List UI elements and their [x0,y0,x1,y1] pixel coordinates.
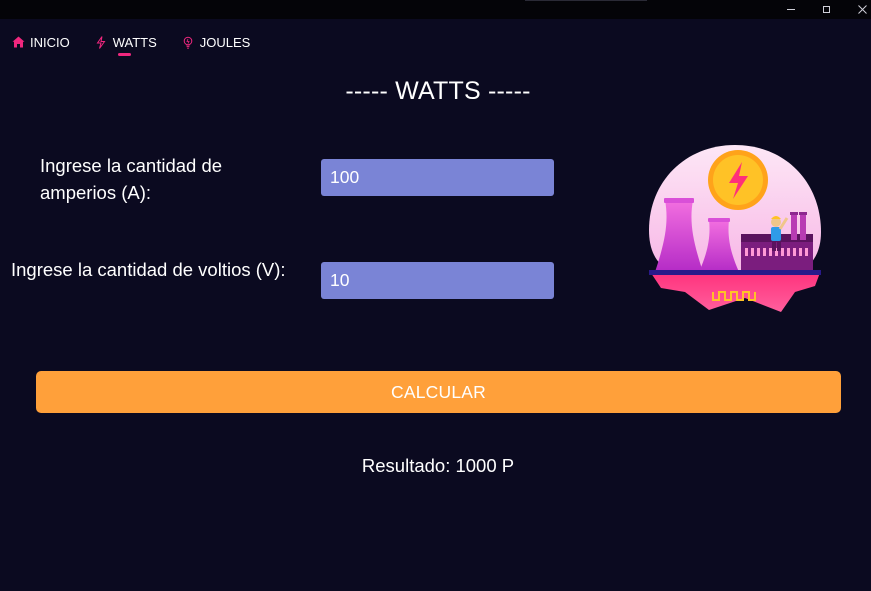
title-bar [0,0,871,19]
top-navigation: INICIO WATTS JOULES [11,31,274,56]
nav-item-inicio[interactable]: INICIO [11,31,70,53]
minimize-button[interactable] [774,0,808,19]
amps-label: Ingrese la cantidad de amperios (A): [40,155,223,203]
lightbulb-icon [181,35,195,49]
nav-item-label: JOULES [199,34,251,50]
volts-input[interactable] [321,262,554,299]
minimize-icon [787,9,795,10]
nav-item-watts[interactable]: WATTS [94,31,157,56]
nav-item-joules[interactable]: JOULES [181,31,251,53]
page-title: ----- WATTS ----- [345,77,531,105]
active-tab-indicator [117,53,131,56]
home-icon [11,35,25,49]
lightning-icon [94,35,108,49]
volts-label: Ingrese la cantidad de voltios (V): [11,259,286,280]
close-icon [857,5,867,14]
title-bar-drag-indicator [525,0,647,1]
nav-item-label: WATTS [112,34,157,50]
result-text: Resultado: 1000 P [361,455,515,476]
amps-input[interactable] [321,159,554,196]
close-button[interactable] [845,0,871,19]
app-window: INICIO WATTS JOULES ----- WATTS ----- In… [0,0,871,591]
power-plant-illustration [649,145,821,312]
maximize-icon [822,6,830,13]
maximize-button[interactable] [809,0,843,19]
calculate-button[interactable]: CALCULAR [36,371,841,413]
nav-item-label: INICIO [30,34,70,50]
